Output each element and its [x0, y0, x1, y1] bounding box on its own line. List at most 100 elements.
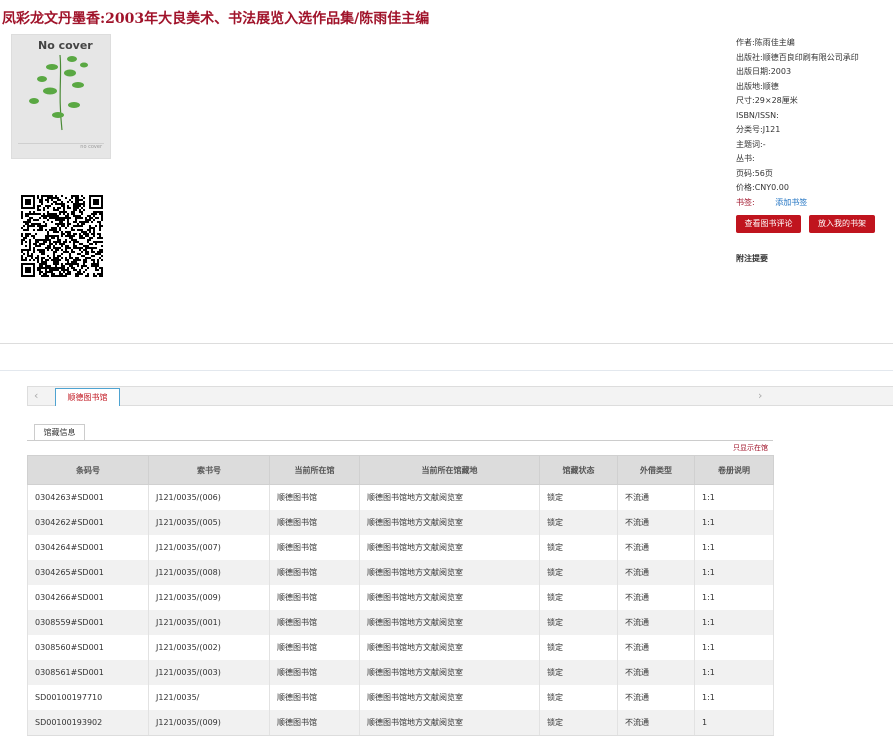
bookmark-row: 书签: 添加书签: [736, 196, 859, 211]
table-cell: 1:1: [694, 484, 774, 510]
table-cell: 锁定: [539, 710, 618, 736]
meta-row: 主题词:-: [736, 139, 766, 149]
table-cell: 顺德图书馆: [269, 660, 360, 685]
column-header: 卷册说明: [694, 455, 774, 485]
table-cell: 0304264#SD001: [27, 535, 149, 560]
table-cell: J121/0035/: [148, 685, 270, 710]
table-cell: 顺德图书馆: [269, 560, 360, 585]
notes-heading: 附注提要: [736, 254, 768, 263]
table-cell: 顺德图书馆: [269, 635, 360, 660]
table-cell: 顺德图书馆地方文献阅览室: [359, 660, 540, 685]
column-header: 条码号: [27, 455, 149, 485]
column-header: 当前所在馆藏地: [359, 455, 540, 485]
table-cell: 锁定: [539, 610, 618, 635]
table-cell: 锁定: [539, 510, 618, 535]
meta-row: 作者:陈雨佳主编: [736, 38, 795, 47]
table-cell: 锁定: [539, 585, 618, 610]
table-cell: 顺德图书馆: [269, 685, 360, 710]
table-cell: 不流通: [617, 484, 695, 510]
table-cell: 1: [694, 710, 774, 736]
table-cell: J121/0035/(005): [148, 510, 270, 535]
table-cell: 0308559#SD001: [27, 610, 149, 635]
table-cell: 顺德图书馆: [269, 610, 360, 635]
table-cell: J121/0035/(009): [148, 585, 270, 610]
table-row: 0304266#SD001 J121/0035/(009) 顺德图书馆 顺德图书馆地方…: [27, 585, 774, 610]
table-cell: 不流通: [617, 660, 695, 685]
table-cell: 不流通: [617, 535, 695, 560]
table-cell: 顺德图书馆: [269, 585, 360, 610]
meta-row: 丛书:: [736, 154, 755, 163]
table-cell: 1:1: [694, 635, 774, 660]
table-cell: 0304266#SD001: [27, 585, 149, 610]
table-row: 0304263#SD001 J121/0035/(006) 顺德图书馆 顺德图书馆地方…: [27, 484, 774, 510]
table-cell: 顺德图书馆: [269, 510, 360, 535]
table-cell: 顺德图书馆地方文献阅览室: [359, 535, 540, 560]
table-cell: 顺德图书馆地方文献阅览室: [359, 635, 540, 660]
table-cell: 顺德图书馆地方文献阅览室: [359, 710, 540, 736]
table-cell: 顺德图书馆地方文献阅览室: [359, 685, 540, 710]
table-row: SD00100197710 J121/0035/顺德图书馆 顺德图书馆地方文献阅览室…: [27, 685, 774, 710]
table-cell: 1:1: [694, 685, 774, 710]
divider: [0, 370, 893, 371]
add-to-shelf-button[interactable]: 放入我的书架: [809, 215, 875, 233]
table-row: 0304262#SD001 J121/0035/(005) 顺德图书馆 顺德图书馆地方…: [27, 510, 774, 535]
table-cell: 不流通: [617, 585, 695, 610]
table-cell: 不流通: [617, 560, 695, 585]
holdings-table: 条码号 索书号 当前所在馆 当前所在馆藏地 馆藏状态 外借类型 卷册说明 030…: [27, 455, 774, 736]
chevron-left-icon[interactable]: ‹: [34, 389, 38, 402]
table-cell: 锁定: [539, 560, 618, 585]
table-row: 0304265#SD001 J121/0035/(008) 顺德图书馆 顺德图书馆地方…: [27, 560, 774, 585]
table-cell: 1:1: [694, 510, 774, 535]
table-cell: J121/0035/(008): [148, 560, 270, 585]
cover-footer-text: no cover: [80, 144, 102, 150]
plant-illustration: [29, 54, 88, 131]
table-cell: 顺德图书馆: [269, 535, 360, 560]
table-cell: 0308561#SD001: [27, 660, 149, 685]
table-cell: 锁定: [539, 535, 618, 560]
tab-library[interactable]: 顺德图书馆: [55, 388, 120, 406]
table-cell: 锁定: [539, 635, 618, 660]
meta-row: 出版社:顺德百良印刷有限公司承印: [736, 52, 859, 62]
table-cell: J121/0035/(007): [148, 535, 270, 560]
add-bookmark-link[interactable]: 添加书签: [775, 198, 807, 207]
table-cell: 顺德图书馆地方文献阅览室: [359, 510, 540, 535]
table-cell: 锁定: [539, 685, 618, 710]
divider: [0, 343, 893, 344]
meta-row: 分类号:J121: [736, 125, 781, 134]
table-cell: J121/0035/(001): [148, 610, 270, 635]
table-cell: 1:1: [694, 610, 774, 635]
library-tab-bar: ‹ ›: [27, 386, 893, 406]
table-cell: 1:1: [694, 660, 774, 685]
table-row: 0308560#SD001 J121/0035/(002) 顺德图书馆 顺德图书馆地方…: [27, 635, 774, 660]
table-cell: 0304265#SD001: [27, 560, 149, 585]
table-cell: SD00100193902: [27, 710, 149, 736]
column-header: 当前所在馆: [269, 455, 360, 485]
divider: [27, 440, 773, 441]
meta-row: 价格:CNY0.00: [736, 183, 789, 192]
meta-row: 尺寸:29×28厘米: [736, 96, 798, 105]
table-cell: SD00100197710: [27, 685, 149, 710]
table-cell: 1:1: [694, 560, 774, 585]
table-cell: 不流通: [617, 510, 695, 535]
table-row: 0308559#SD001 J121/0035/(001) 顺德图书馆 顺德图书馆地方…: [27, 610, 774, 635]
table-cell: 不流通: [617, 710, 695, 736]
column-header: 外借类型: [617, 455, 695, 485]
table-cell: 1:1: [694, 585, 774, 610]
bookmark-label: 书签:: [736, 197, 755, 207]
table-cell: 顺德图书馆地方文献阅览室: [359, 560, 540, 585]
table-cell: J121/0035/(002): [148, 635, 270, 660]
view-reviews-button[interactable]: 查看图书评论: [736, 215, 801, 233]
only-show-available-link[interactable]: 只显示在馆: [733, 443, 768, 453]
meta-row: 出版日期:2003: [736, 67, 792, 76]
table-cell: 顺德图书馆地方文献阅览室: [359, 484, 540, 510]
book-metadata: 作者:陈雨佳主编 出版社:顺德百良印刷有限公司承印 出版日期:2003 出版地:…: [736, 36, 859, 210]
tab-holdings[interactable]: 馆藏信息: [34, 424, 85, 440]
table-cell: 0304262#SD001: [27, 510, 149, 535]
meta-row: ISBN/ISSN:: [736, 110, 779, 120]
table-row: SD00100193902 J121/0035/(009) 顺德图书馆 顺德图书馆地方…: [27, 710, 774, 736]
table-cell: 不流通: [617, 635, 695, 660]
chevron-right-icon[interactable]: ›: [758, 389, 762, 402]
table-cell: J121/0035/(003): [148, 660, 270, 685]
table-cell: 顺德图书馆地方文献阅览室: [359, 610, 540, 635]
table-row: 0308561#SD001 J121/0035/(003) 顺德图书馆 顺德图书馆地方…: [27, 660, 774, 685]
